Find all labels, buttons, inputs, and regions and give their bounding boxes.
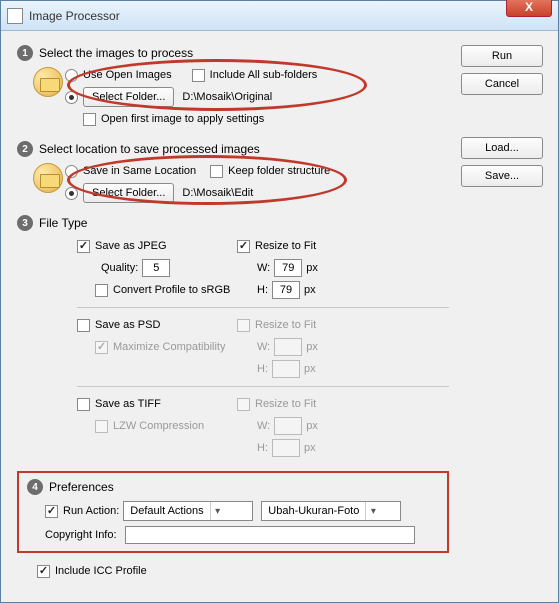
use-open-images-radio[interactable] bbox=[65, 69, 78, 82]
app-icon bbox=[7, 8, 23, 24]
run-action-check[interactable] bbox=[45, 505, 58, 518]
convert-srgb-label: Convert Profile to sRGB bbox=[113, 284, 230, 296]
psd-w-input bbox=[274, 338, 302, 356]
psd-h-px: px bbox=[304, 363, 316, 375]
preferences-title: Preferences bbox=[49, 480, 114, 494]
step-badge-3: 3 bbox=[17, 215, 33, 231]
close-button[interactable]: X bbox=[506, 0, 552, 17]
psd-resize-label: Resize to Fit bbox=[255, 319, 316, 331]
jpeg-h-label: H: bbox=[257, 284, 268, 296]
open-first-image-label: Open first image to apply settings bbox=[101, 113, 264, 125]
include-subfolders-check[interactable] bbox=[192, 69, 205, 82]
save-button[interactable]: Save... bbox=[461, 165, 543, 187]
tiff-h-px: px bbox=[304, 442, 316, 454]
select-folder-radio-2[interactable] bbox=[65, 187, 78, 200]
jpeg-h-px: px bbox=[304, 284, 316, 296]
preferences-section: 4 Preferences Run Action: Default Action… bbox=[17, 471, 449, 553]
tiff-h-label: H: bbox=[257, 442, 268, 454]
tiff-w-label: W: bbox=[257, 420, 270, 432]
psd-h-label: H: bbox=[257, 363, 268, 375]
lzw-check bbox=[95, 420, 108, 433]
cancel-button[interactable]: Cancel bbox=[461, 73, 543, 95]
action-value: Ubah-Ukuran-Foto bbox=[268, 505, 359, 517]
action-set-value: Default Actions bbox=[130, 505, 203, 517]
save-as-tiff-label: Save as TIFF bbox=[95, 398, 161, 410]
save-as-tiff-check[interactable] bbox=[77, 398, 90, 411]
save-same-location-radio[interactable] bbox=[65, 165, 78, 178]
jpeg-w-label: W: bbox=[257, 262, 270, 274]
folder-icon bbox=[33, 67, 63, 97]
section-filetype: 3 File Type Save as JPEG Resize to Fit bbox=[17, 215, 449, 459]
keep-folder-structure-check[interactable] bbox=[210, 165, 223, 178]
folder-path-2: D:\Mosaik\Edit bbox=[182, 187, 253, 199]
section-input: 1 Select the images to process Use Open … bbox=[17, 45, 449, 129]
psd-w-px: px bbox=[306, 341, 318, 353]
tiff-h-input bbox=[272, 439, 300, 457]
run-action-label: Run Action: bbox=[63, 505, 119, 517]
include-icc-check[interactable] bbox=[37, 565, 50, 578]
save-as-jpeg-label: Save as JPEG bbox=[95, 240, 167, 252]
save-as-psd-check[interactable] bbox=[77, 319, 90, 332]
convert-srgb-check[interactable] bbox=[95, 284, 108, 297]
step-badge-1: 1 bbox=[17, 45, 33, 61]
tiff-resize-label: Resize to Fit bbox=[255, 398, 316, 410]
copyright-label: Copyright Info: bbox=[45, 529, 125, 541]
use-open-images-label: Use Open Images bbox=[83, 69, 172, 81]
step-badge-2: 2 bbox=[17, 141, 33, 157]
save-as-jpeg-check[interactable] bbox=[77, 240, 90, 253]
section-title-3: File Type bbox=[39, 216, 87, 230]
jpeg-w-px: px bbox=[306, 262, 318, 274]
psd-resize-check bbox=[237, 319, 250, 332]
save-as-psd-label: Save as PSD bbox=[95, 319, 160, 331]
select-folder-button-2[interactable]: Select Folder... bbox=[83, 183, 174, 203]
jpeg-resize-label: Resize to Fit bbox=[255, 240, 316, 252]
folder-path-1: D:\Mosaik\Original bbox=[182, 91, 272, 103]
tiff-w-px: px bbox=[306, 420, 318, 432]
select-folder-radio-1[interactable] bbox=[65, 91, 78, 104]
select-folder-button-1[interactable]: Select Folder... bbox=[83, 87, 174, 107]
chevron-down-icon bbox=[365, 502, 380, 520]
include-subfolders-label: Include All sub-folders bbox=[210, 69, 318, 81]
copyright-input[interactable] bbox=[125, 526, 415, 544]
run-button[interactable]: Run bbox=[461, 45, 543, 67]
jpeg-h-input[interactable] bbox=[272, 281, 300, 299]
psd-h-input bbox=[272, 360, 300, 378]
section-title-2: Select location to save processed images bbox=[39, 142, 260, 156]
lzw-label: LZW Compression bbox=[113, 420, 204, 432]
action-set-dropdown[interactable]: Default Actions bbox=[123, 501, 253, 521]
keep-folder-structure-label: Keep folder structure bbox=[228, 165, 330, 177]
step-badge-4: 4 bbox=[27, 479, 43, 495]
include-icc-label: Include ICC Profile bbox=[55, 565, 147, 577]
load-button[interactable]: Load... bbox=[461, 137, 543, 159]
section-output: 2 Select location to save processed imag… bbox=[17, 141, 449, 203]
tiff-w-input bbox=[274, 417, 302, 435]
psd-w-label: W: bbox=[257, 341, 270, 353]
tiff-resize-check bbox=[237, 398, 250, 411]
titlebar: Image Processor X bbox=[1, 1, 558, 31]
save-same-location-label: Save in Same Location bbox=[83, 165, 196, 177]
window-title: Image Processor bbox=[29, 9, 120, 23]
jpeg-w-input[interactable] bbox=[274, 259, 302, 277]
chevron-down-icon bbox=[210, 502, 225, 520]
quality-input[interactable] bbox=[142, 259, 170, 277]
folder-icon bbox=[33, 163, 63, 193]
maximize-compat-label: Maximize Compatibility bbox=[113, 341, 225, 353]
action-dropdown[interactable]: Ubah-Ukuran-Foto bbox=[261, 501, 401, 521]
quality-label: Quality: bbox=[101, 262, 138, 274]
section-title-1: Select the images to process bbox=[39, 46, 193, 60]
jpeg-resize-check[interactable] bbox=[237, 240, 250, 253]
open-first-image-check[interactable] bbox=[83, 113, 96, 126]
maximize-compat-check bbox=[95, 341, 108, 354]
